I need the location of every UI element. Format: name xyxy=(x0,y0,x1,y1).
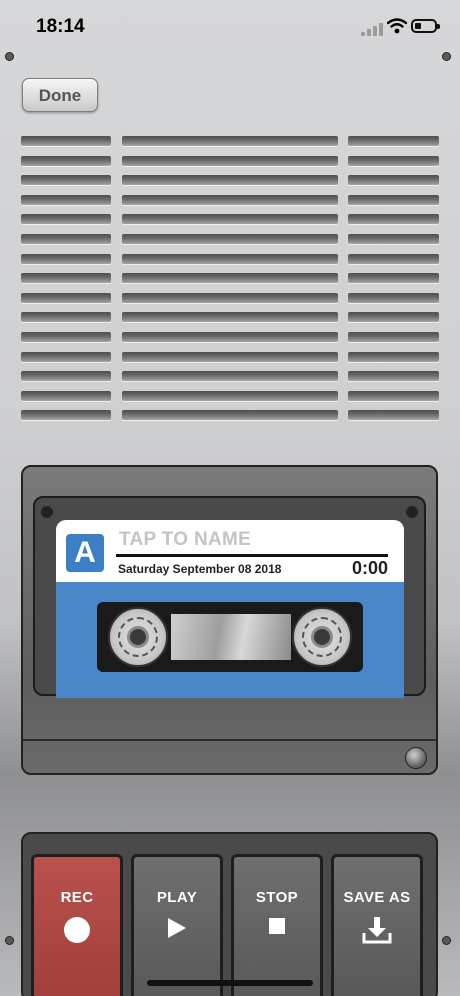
grille-slot xyxy=(21,234,111,244)
battery-icon xyxy=(411,19,440,33)
grille-slot xyxy=(21,155,111,166)
screw-icon xyxy=(5,936,14,945)
play-button[interactable]: PLAY xyxy=(131,854,223,996)
grille-slot xyxy=(122,253,338,264)
grille-slot xyxy=(348,155,439,166)
cassette-tape: A TAP TO NAME Saturday September 08 2018… xyxy=(56,520,404,698)
grille-slot xyxy=(21,253,111,264)
record-button[interactable]: REC xyxy=(31,854,123,996)
grille-slot xyxy=(122,155,338,166)
grille-slot xyxy=(122,410,338,421)
grille-slot xyxy=(348,332,439,342)
cassette-label: A TAP TO NAME Saturday September 08 2018… xyxy=(56,520,404,582)
grille-slot xyxy=(348,351,439,362)
grille-slot xyxy=(348,136,439,146)
grille-slot xyxy=(122,351,338,362)
grille-slot xyxy=(122,292,338,303)
grille-slot xyxy=(348,175,439,186)
stop-icon xyxy=(269,918,285,934)
stop-label: STOP xyxy=(255,889,299,906)
recording-date: Saturday September 08 2018 xyxy=(118,562,282,576)
grille-slot xyxy=(348,273,439,284)
wifi-icon xyxy=(387,18,407,34)
grille-slot xyxy=(21,194,111,205)
tape-window xyxy=(97,602,363,672)
grille-slot xyxy=(348,312,439,323)
recording-name-field[interactable]: TAP TO NAME xyxy=(119,529,251,551)
status-bar: 18:14 xyxy=(0,0,460,56)
side-badge: A xyxy=(66,534,104,572)
right-reel-icon xyxy=(292,607,352,667)
grille-slot xyxy=(21,136,111,146)
transport-controls: REC PLAY STOP SAVE AS xyxy=(21,832,438,996)
grille-slot xyxy=(122,332,338,342)
grille-slot xyxy=(21,214,111,225)
grille-slot xyxy=(348,410,439,421)
grille-slot xyxy=(21,371,111,382)
grille-slot xyxy=(21,390,111,401)
grille-slot xyxy=(122,136,338,146)
grille-slot xyxy=(348,390,439,401)
screw-icon xyxy=(406,506,418,518)
deck-divider xyxy=(23,739,436,741)
eject-knob[interactable] xyxy=(405,747,427,769)
done-button[interactable]: Done xyxy=(22,78,98,112)
screw-icon xyxy=(5,52,14,61)
recorder-screen: 18:14 Done A TAP TO NAME Saturday Septem… xyxy=(0,0,460,996)
grille-slot xyxy=(348,371,439,382)
grille-slot xyxy=(348,234,439,244)
grille-slot xyxy=(21,175,111,186)
play-icon xyxy=(168,918,186,938)
play-label: PLAY xyxy=(156,889,198,906)
grille-slot xyxy=(21,351,111,362)
grille-slot xyxy=(21,410,111,421)
status-time: 18:14 xyxy=(36,16,85,37)
screw-icon xyxy=(41,506,53,518)
grille-slot xyxy=(348,292,439,303)
grille-slot xyxy=(122,175,338,186)
cassette-window: A TAP TO NAME Saturday September 08 2018… xyxy=(33,496,426,698)
grille-slot xyxy=(348,253,439,264)
cassette-deck: A TAP TO NAME Saturday September 08 2018… xyxy=(21,465,438,775)
grille-slot xyxy=(21,273,111,284)
grille-slot xyxy=(122,194,338,205)
screw-icon xyxy=(442,52,451,61)
tape-strip xyxy=(171,614,291,660)
label-line xyxy=(116,554,388,557)
grille-slot xyxy=(122,214,338,225)
record-label: REC xyxy=(60,889,94,906)
grille-slot xyxy=(348,214,439,225)
download-icon xyxy=(362,917,392,944)
grille-slot xyxy=(348,194,439,205)
grille-slot xyxy=(122,371,338,382)
stop-button[interactable]: STOP xyxy=(231,854,323,996)
grille-slot xyxy=(21,292,111,303)
speaker-grille xyxy=(21,136,439,426)
signal-icon xyxy=(361,22,383,36)
grille-slot xyxy=(21,332,111,342)
save-as-button[interactable]: SAVE AS xyxy=(331,854,423,996)
grille-slot xyxy=(122,312,338,323)
grille-slot xyxy=(122,390,338,401)
grille-slot xyxy=(122,273,338,284)
home-indicator xyxy=(147,980,313,986)
recording-duration: 0:00 xyxy=(351,558,388,578)
left-reel-icon xyxy=(108,607,168,667)
grille-slot xyxy=(122,234,338,244)
grille-slot xyxy=(21,312,111,323)
screw-icon xyxy=(442,936,451,945)
save-as-label: SAVE AS xyxy=(343,889,411,906)
record-icon xyxy=(64,917,90,943)
